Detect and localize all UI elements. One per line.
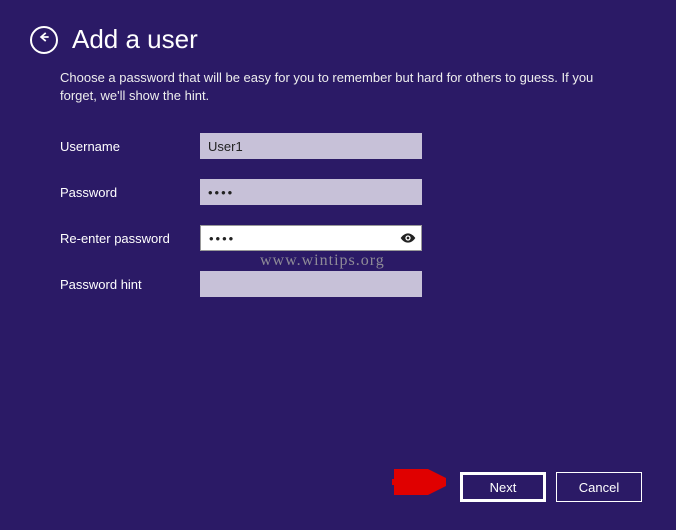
password-label: Password [60,185,200,200]
cancel-button[interactable]: Cancel [556,472,642,502]
next-button[interactable]: Next [460,472,546,502]
watermark-text: www.wintips.org [260,252,385,270]
reenter-password-input[interactable] [200,225,422,251]
username-label: Username [60,139,200,154]
reenter-password-label: Re-enter password [60,231,200,246]
back-button[interactable] [30,26,58,54]
back-arrow-icon [37,30,51,49]
password-hint-input[interactable] [200,271,422,297]
page-title: Add a user [72,24,198,55]
password-hint-label: Password hint [60,277,200,292]
username-input[interactable] [200,133,422,159]
password-input[interactable] [200,179,422,205]
page-description: Choose a password that will be easy for … [0,63,676,105]
reveal-password-icon[interactable] [400,230,416,246]
red-arrow-icon [390,469,446,500]
